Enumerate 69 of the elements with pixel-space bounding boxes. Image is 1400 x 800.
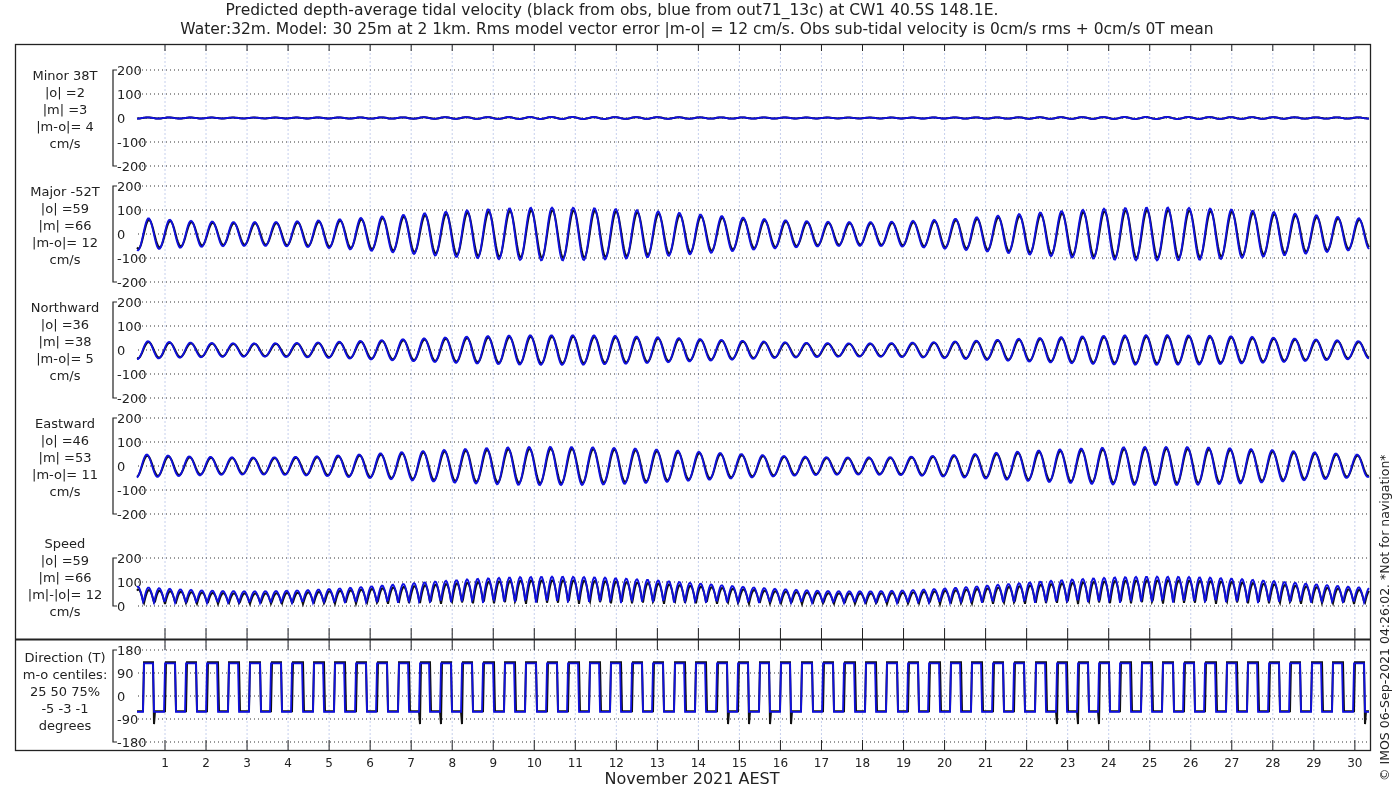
axis-tick-label: 28 bbox=[1265, 756, 1281, 770]
axis-tick-label: 1 bbox=[161, 756, 169, 770]
axis-tick-label: 7 bbox=[407, 756, 415, 770]
axis-tick-label: 100 bbox=[117, 203, 142, 218]
panel-label: Northward |o| =36 |m| =38 |m-o|= 5 cm/s bbox=[30, 300, 100, 383]
axis-tick-label: 22 bbox=[1019, 756, 1035, 770]
axis-tick-label: 200 bbox=[117, 295, 142, 310]
axis-tick-label: 200 bbox=[117, 551, 142, 566]
copyright-notice: © IMOS 06-Sep-2021 04:26:02. *Not for navigation* bbox=[1377, 454, 1392, 781]
axis-tick-label: -90 bbox=[117, 712, 139, 727]
axis-tick-label: -180 bbox=[117, 735, 147, 750]
axis-tick-label: 20 bbox=[936, 756, 953, 770]
axis-tick-label: 16 bbox=[772, 756, 789, 770]
axis-tick-label: 14 bbox=[690, 756, 707, 770]
axis-tick-label: -200 bbox=[117, 507, 147, 522]
axis-title: November 2021 AEST bbox=[604, 769, 780, 788]
axis-tick-label: 0 bbox=[117, 599, 126, 614]
axis-tick-label: -100 bbox=[117, 251, 147, 266]
axis-tick-label: 23 bbox=[1060, 756, 1076, 770]
axis-tick-label: 0 bbox=[117, 111, 126, 126]
axis-tick-label: 30 bbox=[1347, 756, 1363, 770]
axis-tick-label: 13 bbox=[649, 756, 665, 770]
axis-tick-label: -100 bbox=[117, 367, 147, 382]
axis-tick-label: -100 bbox=[117, 135, 147, 150]
axis-tick-label: 17 bbox=[813, 756, 830, 770]
axis-tick-label: 5 bbox=[325, 756, 333, 770]
axis-tick-label: 11 bbox=[567, 756, 583, 770]
axis-tick-label: 19 bbox=[895, 756, 912, 770]
axis-tick-label: 100 bbox=[117, 319, 142, 334]
axis-tick-label: 0 bbox=[117, 343, 126, 358]
panel-label: Direction (T) m-o centiles: 25 50 75% -5 -3 -1 degrees bbox=[22, 650, 108, 733]
axis-tick-label: -100 bbox=[117, 483, 147, 498]
panel-label: Eastward |o| =46 |m| =53 |m-o|= 11 cm/s bbox=[32, 416, 98, 499]
axis-tick-label: 90 bbox=[117, 666, 134, 681]
axis-tick-label: 15 bbox=[731, 756, 748, 770]
axis-tick-label: 18 bbox=[854, 756, 871, 770]
panel-label: Speed |o| =59 |m| =66 |m|-|o|= 12 cm/s bbox=[27, 536, 103, 619]
axis-tick-label: 2 bbox=[202, 756, 210, 770]
axis-tick-label: 12 bbox=[608, 756, 624, 770]
axis-tick-label: -200 bbox=[117, 275, 147, 290]
axis-tick-label: 100 bbox=[117, 435, 142, 450]
axis-tick-label: 27 bbox=[1224, 756, 1240, 770]
axis-tick-label: 4 bbox=[284, 756, 292, 770]
axis-tick-label: 21 bbox=[977, 756, 994, 770]
panel-label: Minor 38T |o| =2 |m| =3 |m-o|= 4 cm/s bbox=[32, 68, 98, 151]
y-axis-line bbox=[112, 557, 118, 607]
axis-tick-label: 29 bbox=[1306, 756, 1322, 770]
axis-tick-label: 200 bbox=[117, 63, 142, 78]
axis-tick-label: 8 bbox=[448, 756, 457, 770]
axis-tick-label: 100 bbox=[117, 87, 142, 102]
chart-title: Water:32m. Model: 30 25m at 2 1km. Rms model vector error |m-o| = 12 cm/s. Obs sub-tidal velocity is 0cm/s rms + 0cm/s 0T mean bbox=[180, 20, 1214, 38]
axis-tick-label: 200 bbox=[117, 411, 142, 426]
axis-tick-label: 0 bbox=[117, 459, 126, 474]
panel-label: Major -52T |o| =59 |m| =66 |m-o|= 12 cm/s bbox=[30, 184, 100, 267]
axis-tick-label: 26 bbox=[1183, 756, 1199, 770]
axis-tick-label: 0 bbox=[117, 689, 126, 704]
axis-tick-label: 180 bbox=[117, 643, 142, 658]
axis-tick-label: 200 bbox=[117, 179, 142, 194]
axis-tick-label: 25 bbox=[1142, 756, 1158, 770]
chart-title: Predicted depth-average tidal velocity (black from obs, blue from out71_13c) at CW1 40.5S 148.1E. bbox=[225, 1, 999, 19]
axis-tick-label: 24 bbox=[1101, 756, 1117, 770]
axis-tick-label: -200 bbox=[117, 159, 147, 174]
axis-tick-label: -200 bbox=[117, 391, 147, 406]
axis-tick-label: 6 bbox=[366, 756, 374, 770]
axis-tick-label: 10 bbox=[526, 756, 542, 770]
axis-tick-label: 9 bbox=[489, 756, 498, 770]
axis-tick-label: 100 bbox=[117, 575, 142, 590]
axis-tick-label: 0 bbox=[117, 227, 126, 242]
axis-tick-label: 3 bbox=[243, 756, 251, 770]
